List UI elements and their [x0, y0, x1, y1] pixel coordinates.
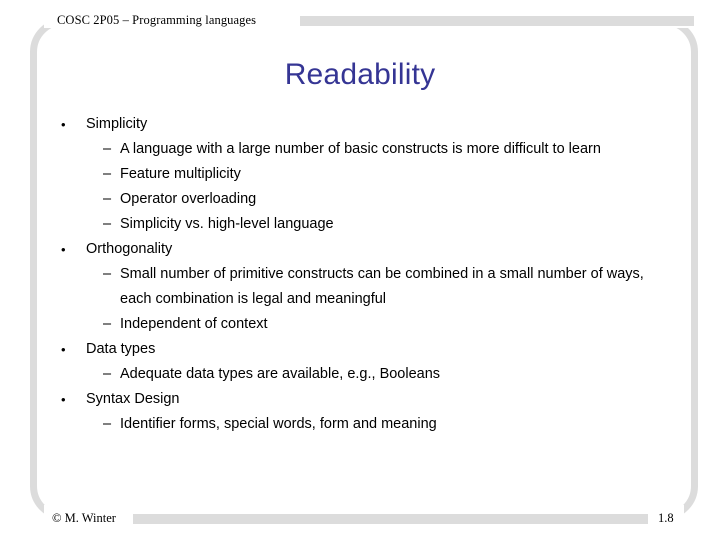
sub-bullet-item-label: Operator overloading — [120, 191, 257, 207]
page-title: Readability — [284, 58, 436, 91]
sub-bullet-item: – Adequate data types are available, e.g.… — [57, 362, 661, 387]
sub-bullet-item: – Operator overloading — [57, 187, 661, 212]
footer-rule-bar — [133, 514, 648, 524]
bullet-item-label: Simplicity — [86, 116, 148, 132]
sub-bullet-item-label: Adequate data types are available, e.g.,… — [120, 366, 441, 382]
sub-bullet-item-label: Small number of primitive constructs can… — [120, 266, 644, 307]
sub-bullet-item-label: Feature multiplicity — [120, 166, 241, 182]
dash-marker-icon: – — [103, 141, 112, 157]
bullet-item: • Simplicity — [57, 112, 661, 137]
slide-header: COSC 2P05 – Programming languages — [0, 6, 720, 30]
course-label: COSC 2P05 – Programming languages — [57, 13, 257, 27]
bullet-item-label: Syntax Design — [86, 391, 180, 407]
header-rule-bar — [300, 16, 694, 26]
bullet-marker-icon: • — [61, 242, 66, 257]
dash-marker-icon: – — [103, 416, 112, 432]
sub-bullet-item: – Feature multiplicity — [57, 162, 661, 187]
slide-body: • Simplicity – A language with a large numb… — [57, 112, 661, 437]
slide-footer: © M. Winter 1.8 — [0, 508, 720, 532]
slide: COSC 2P05 – Programming languages Readab… — [0, 0, 720, 540]
dash-marker-icon: – — [103, 316, 112, 332]
bullet-item: • Orthogonality — [57, 237, 661, 262]
sub-bullet-item: – Small number of primitive constructs ca… — [57, 262, 661, 312]
bullet-item-label: Data types — [86, 341, 156, 357]
bullet-marker-icon: • — [61, 117, 66, 132]
dash-marker-icon: – — [103, 266, 112, 282]
sub-bullet-item: – Simplicity vs. high-level language — [57, 212, 661, 237]
sub-bullet-item-label: Identifier forms, special words, form an… — [120, 416, 437, 432]
bullet-marker-icon: • — [61, 342, 66, 357]
sub-bullet-item-label: Independent of context — [120, 316, 268, 332]
sub-bullet-item-label: Simplicity vs. high-level language — [120, 216, 334, 232]
page-number: 1.8 — [658, 511, 674, 525]
dash-marker-icon: – — [103, 166, 112, 182]
sub-bullet-item: – Independent of context — [57, 312, 661, 337]
bullet-item-label: Orthogonality — [86, 241, 173, 257]
dash-marker-icon: – — [103, 191, 112, 207]
dash-marker-icon: – — [103, 216, 112, 232]
bullet-item: • Data types — [57, 337, 661, 362]
bullet-item: • Syntax Design — [57, 387, 661, 412]
sub-bullet-item: – Identifier forms, special words, form a… — [57, 412, 661, 437]
sub-bullet-item: – A language with a large number of basic… — [57, 137, 661, 162]
dash-marker-icon: – — [103, 366, 112, 382]
bullet-marker-icon: • — [61, 392, 66, 407]
footer-copyright: © M. Winter — [52, 511, 116, 525]
sub-bullet-item-label: A language with a large number of basic … — [120, 141, 601, 157]
